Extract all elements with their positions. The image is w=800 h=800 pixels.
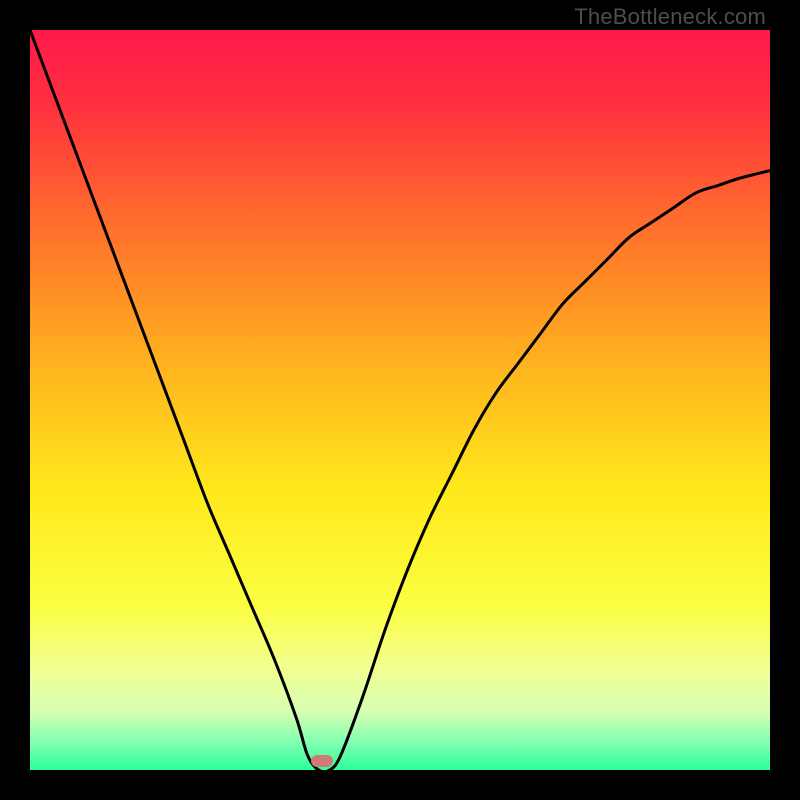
optimum-marker — [311, 755, 333, 767]
plot-area — [30, 30, 770, 770]
bottleneck-curve — [30, 30, 770, 770]
watermark-text: TheBottleneck.com — [574, 4, 766, 30]
